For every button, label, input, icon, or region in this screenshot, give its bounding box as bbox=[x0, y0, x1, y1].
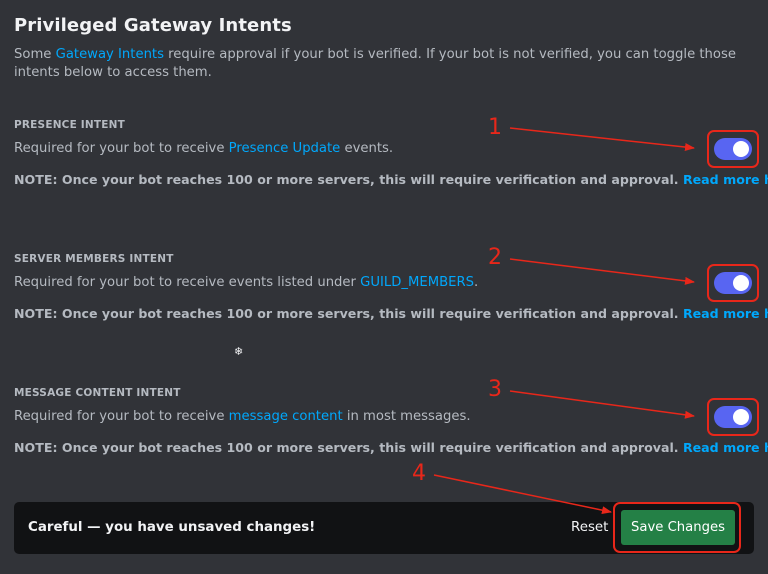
presence-intent-heading: PRESENCE INTENT bbox=[14, 119, 125, 131]
annotation-highlight-4 bbox=[613, 502, 741, 553]
intents-settings-page: Privileged Gateway Intents Some Gateway … bbox=[0, 0, 768, 574]
intro-prefix: Some bbox=[14, 47, 56, 62]
desc-suffix: events. bbox=[340, 141, 394, 156]
read-more-link[interactable]: Read more here bbox=[683, 440, 768, 455]
read-more-link[interactable]: Read more here bbox=[683, 306, 768, 321]
annotation-number-2: 2 bbox=[488, 245, 502, 270]
annotation-number-4: 4 bbox=[412, 461, 426, 486]
server-members-intent-note: NOTE: Once your bot reaches 100 or more … bbox=[14, 306, 768, 321]
desc-suffix: . bbox=[474, 275, 479, 290]
annotation-highlight-2 bbox=[707, 264, 759, 302]
intro-text: Some Gateway Intents require approval if… bbox=[14, 46, 754, 82]
reset-button[interactable]: Reset bbox=[571, 520, 608, 535]
desc-prefix: Required for your bot to receive bbox=[14, 409, 229, 424]
server-members-intent-heading: SERVER MEMBERS INTENT bbox=[14, 253, 174, 265]
annotation-arrow-3 bbox=[509, 390, 695, 419]
server-members-intent-description: Required for your bot to receive events … bbox=[14, 275, 478, 290]
annotation-number-3: 3 bbox=[488, 377, 502, 402]
annotation-highlight-1 bbox=[707, 130, 759, 168]
message-content-intent-description: Required for your bot to receive message… bbox=[14, 409, 471, 424]
sparkle-icon: ❄ bbox=[234, 345, 244, 358]
presence-update-link[interactable]: Presence Update bbox=[229, 141, 341, 156]
message-content-link[interactable]: message content bbox=[229, 409, 343, 424]
note-text: NOTE: Once your bot reaches 100 or more … bbox=[14, 172, 679, 187]
desc-suffix: in most messages. bbox=[342, 409, 471, 424]
page-title: Privileged Gateway Intents bbox=[14, 15, 292, 36]
message-content-intent-heading: MESSAGE CONTENT INTENT bbox=[14, 387, 181, 399]
annotation-arrow-1 bbox=[509, 127, 695, 152]
presence-intent-note: NOTE: Once your bot reaches 100 or more … bbox=[14, 172, 768, 187]
message-content-intent-note: NOTE: Once your bot reaches 100 or more … bbox=[14, 440, 768, 455]
annotation-number-1: 1 bbox=[488, 115, 502, 140]
desc-prefix: Required for your bot to receive events … bbox=[14, 275, 361, 290]
gateway-intents-link[interactable]: Gateway Intents bbox=[56, 47, 164, 62]
guild-members-link[interactable]: GUILD_MEMBERS bbox=[360, 275, 474, 290]
presence-intent-description: Required for your bot to receive Presenc… bbox=[14, 141, 393, 156]
desc-prefix: Required for your bot to receive bbox=[14, 141, 229, 156]
note-text: NOTE: Once your bot reaches 100 or more … bbox=[14, 306, 679, 321]
note-text: NOTE: Once your bot reaches 100 or more … bbox=[14, 440, 679, 455]
annotation-highlight-3 bbox=[707, 398, 759, 436]
annotation-arrow-2 bbox=[509, 258, 695, 285]
read-more-link[interactable]: Read more here bbox=[683, 172, 768, 187]
unsaved-changes-message: Careful — you have unsaved changes! bbox=[28, 520, 316, 535]
